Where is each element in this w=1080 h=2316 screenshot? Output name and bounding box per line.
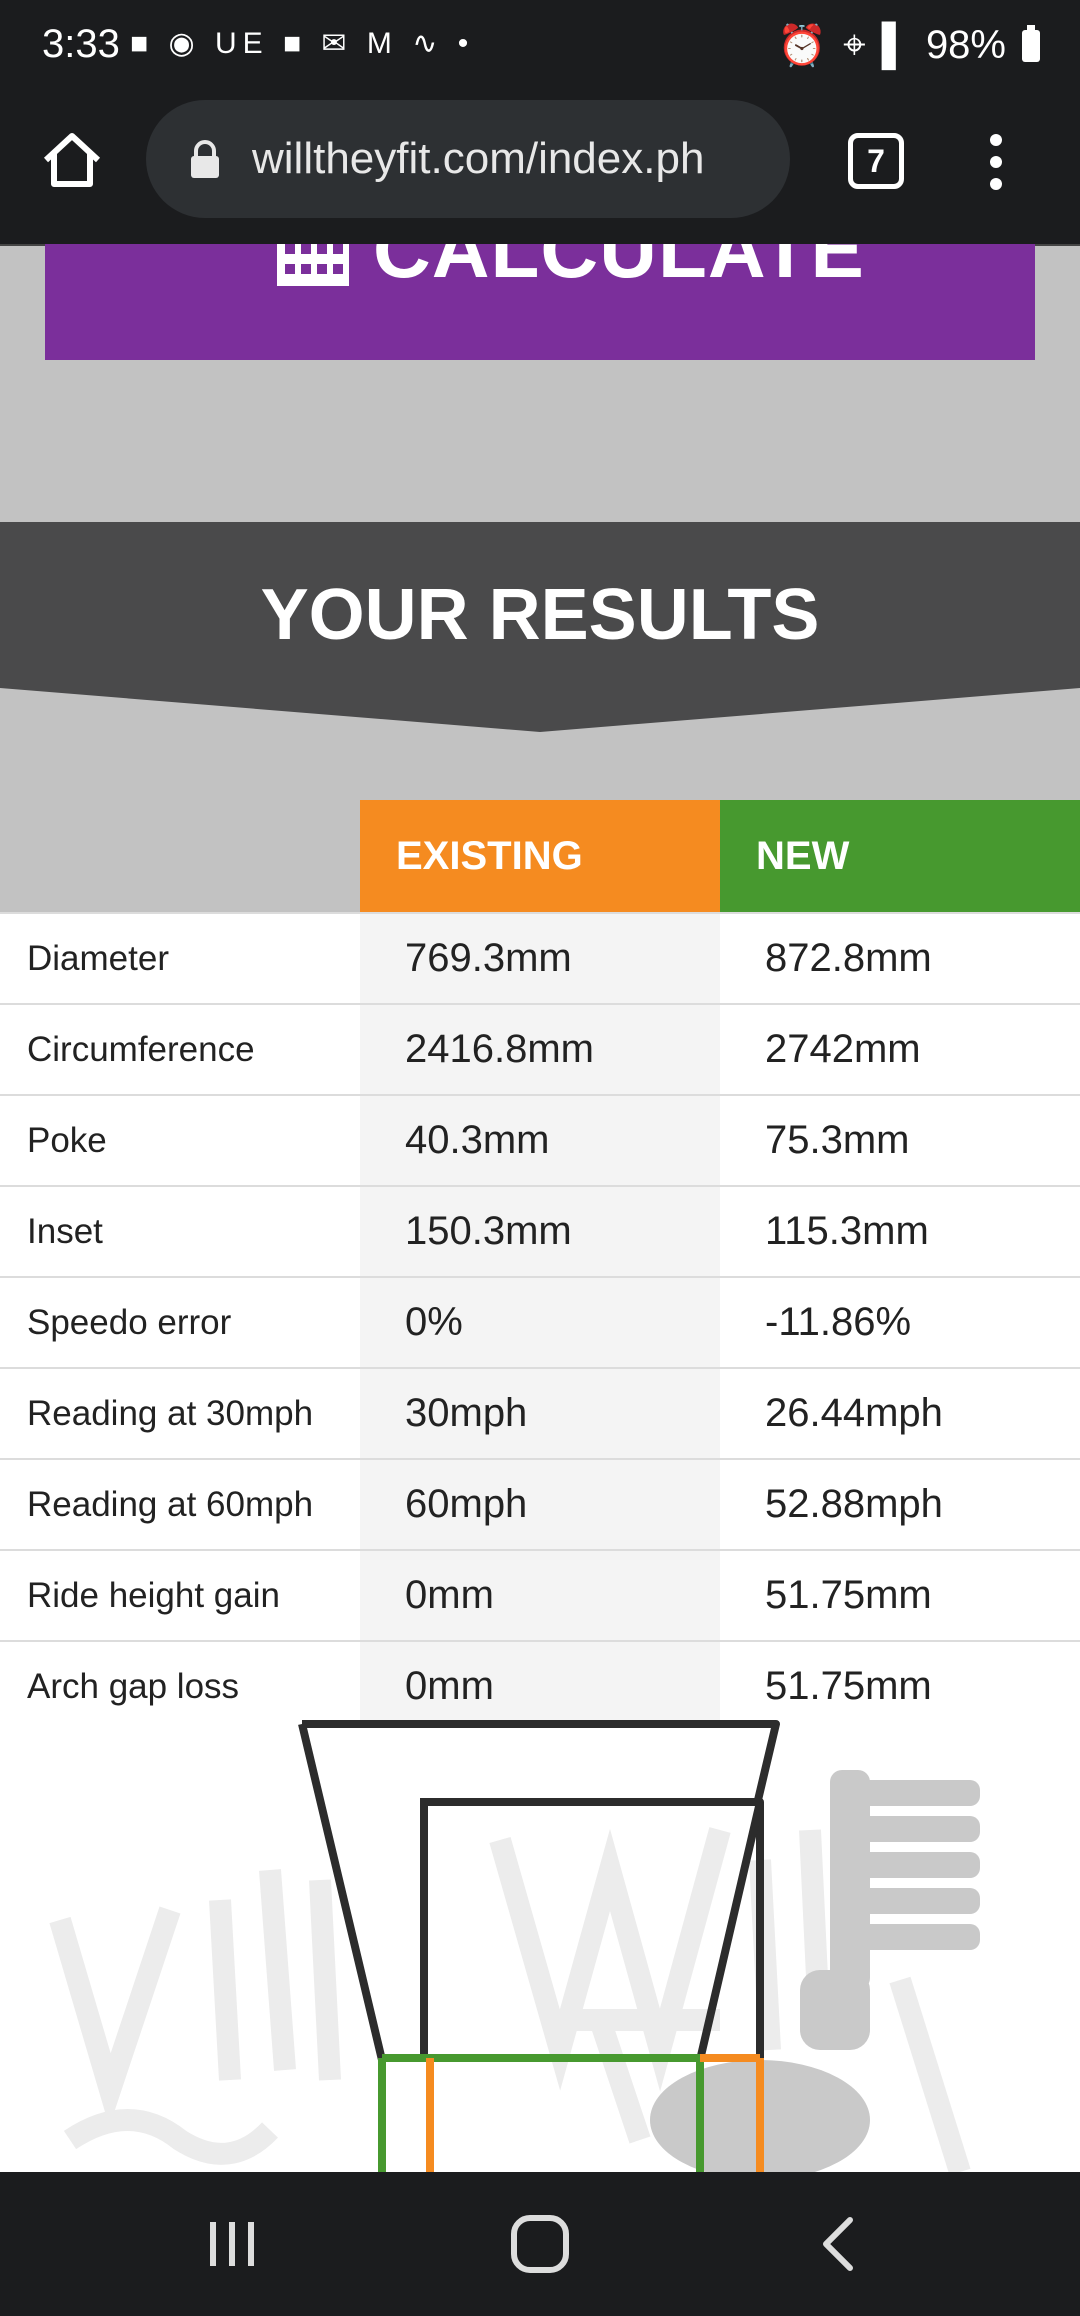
status-right: ⏰ ⌖ ▌ 98% <box>777 22 1040 69</box>
table-row: Circumference 2416.8mm 2742mm <box>0 1003 1080 1094</box>
row-label: Ride height gain <box>27 1576 280 1615</box>
row-existing-value: 60mph <box>360 1460 720 1549</box>
url-text: willtheyfit.com/index.ph <box>252 134 705 183</box>
row-existing-value: 150.3mm <box>360 1187 720 1276</box>
address-bar[interactable]: willtheyfit.com/index.ph <box>146 100 790 218</box>
back-icon[interactable] <box>808 2212 872 2276</box>
row-existing-value: 30mph <box>360 1369 720 1458</box>
column-header-existing: EXISTING <box>360 800 720 912</box>
row-new-value: 26.44mph <box>765 1391 943 1435</box>
results-table: EXISTING NEW Diameter 769.3mm 872.8mm Ci… <box>0 800 1080 1733</box>
column-header-new: NEW <box>720 800 1080 912</box>
row-label: Inset <box>27 1212 103 1251</box>
notification-icons: ■ ◉ UE ■ ✉ M ∿ • <box>130 27 475 60</box>
row-label: Diameter <box>27 939 169 978</box>
calculator-icon <box>277 244 349 286</box>
row-label: Reading at 30mph <box>27 1394 314 1433</box>
row-new-value: 872.8mm <box>765 936 932 980</box>
recents-icon[interactable] <box>200 2212 264 2276</box>
row-new-value: 51.75mm <box>765 1664 932 1708</box>
table-row: Diameter 769.3mm 872.8mm <box>0 912 1080 1003</box>
row-label: Reading at 60mph <box>27 1485 314 1524</box>
table-row: Poke 40.3mm 75.3mm <box>0 1094 1080 1185</box>
results-title: YOUR RESULTS <box>260 575 820 655</box>
row-label: Circumference <box>27 1030 255 1069</box>
table-row: Speedo error 0% -11.86% <box>0 1276 1080 1367</box>
system-navigation-bar <box>0 2172 1080 2316</box>
table-row: Inset 150.3mm 115.3mm <box>0 1185 1080 1276</box>
row-existing-value: 0mm <box>360 1642 720 1731</box>
calculate-label: CALCULATE <box>373 244 865 294</box>
home-icon[interactable] <box>40 128 104 192</box>
wheel-fitment-diagram <box>0 1720 1080 2172</box>
home-nav-icon[interactable] <box>508 2212 572 2276</box>
fitment-drawing <box>49 1720 980 2172</box>
wheel-outlines <box>378 2054 764 2172</box>
status-time: 3:33 <box>42 22 120 66</box>
signal-icon: ▌ <box>881 23 910 67</box>
row-label: Poke <box>27 1121 107 1160</box>
row-new-value: 2742mm <box>765 1027 921 1071</box>
calculate-button[interactable]: CALCULATE <box>45 244 1035 360</box>
table-row: Ride height gain 0mm 51.75mm <box>0 1549 1080 1640</box>
row-label: Speedo error <box>27 1303 232 1342</box>
row-new-value: 52.88mph <box>765 1482 943 1526</box>
table-row: Reading at 30mph 30mph 26.44mph <box>0 1367 1080 1458</box>
row-existing-value: 2416.8mm <box>360 1005 720 1094</box>
row-existing-value: 0mm <box>360 1551 720 1640</box>
row-existing-value: 0% <box>360 1278 720 1367</box>
row-new-value: 115.3mm <box>765 1209 929 1253</box>
row-new-value: -11.86% <box>765 1300 912 1344</box>
wifi-icon: ⌖ <box>843 23 866 67</box>
alarm-icon: ⏰ <box>777 24 828 68</box>
battery-percent: 98% <box>925 23 1006 67</box>
row-existing-value: 769.3mm <box>360 914 720 1003</box>
row-existing-value: 40.3mm <box>360 1096 720 1185</box>
status-bar: 3:33 ■ ◉ UE ■ ✉ M ∿ • ⏰ ⌖ ▌ 98% <box>0 0 1080 92</box>
lock-icon <box>191 140 219 178</box>
row-new-value: 75.3mm <box>765 1118 910 1162</box>
browser-toolbar: willtheyfit.com/index.ph 7 <box>0 92 1080 246</box>
battery-icon <box>1022 24 1040 62</box>
results-banner: YOUR RESULTS <box>0 522 1080 732</box>
table-row: Reading at 60mph 60mph 52.88mph <box>0 1458 1080 1549</box>
more-vert-icon[interactable] <box>984 130 1008 194</box>
row-new-value: 51.75mm <box>765 1573 932 1617</box>
table-header: EXISTING NEW <box>0 800 1080 912</box>
tab-switcher-button[interactable]: 7 <box>848 133 904 189</box>
row-label: Arch gap loss <box>27 1667 240 1706</box>
